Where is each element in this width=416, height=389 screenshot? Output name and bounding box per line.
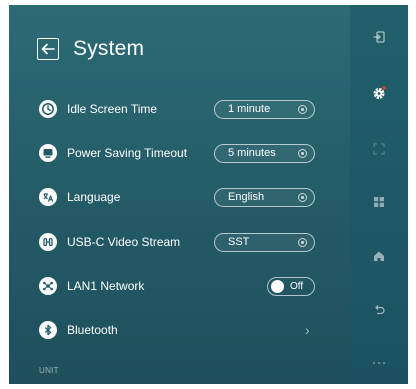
language-select[interactable]: English: [214, 187, 315, 207]
page-header: System: [37, 35, 144, 63]
usb-c-video-stream-value: SST: [228, 236, 250, 248]
power-saving-timeout-select[interactable]: 5 minutes: [214, 143, 315, 163]
usb-c-video-stream-label: USB-C Video Stream: [67, 235, 181, 249]
bluetooth-icon: [39, 321, 57, 339]
input-icon[interactable]: [350, 26, 408, 48]
page-title: System: [73, 37, 145, 60]
unit-label: UNIT: [39, 366, 59, 375]
setting-idle-screen-time: Idle Screen Time 1 minute: [9, 92, 350, 126]
more-icon[interactable]: [350, 352, 408, 374]
select-indicator-icon: [298, 148, 307, 158]
arrow-left-icon: [41, 43, 55, 55]
usb-c-icon: [39, 233, 57, 251]
setting-power-saving-timeout: Power Saving Timeout 5 minutes: [9, 136, 350, 170]
lan1-network-toggle[interactable]: Off: [267, 276, 315, 296]
settings-gear-icon[interactable]: [350, 82, 408, 104]
lan1-network-label: LAN1 Network: [67, 279, 145, 293]
lan1-network-toggle-state: Off: [290, 280, 304, 292]
setting-bluetooth[interactable]: Bluetooth ›: [9, 313, 350, 347]
monitor-icon: [39, 144, 57, 162]
usb-c-video-stream-select[interactable]: SST: [214, 232, 315, 252]
back-button[interactable]: [37, 38, 59, 60]
home-icon[interactable]: [350, 245, 408, 267]
apps-grid-icon[interactable]: [350, 191, 408, 213]
idle-screen-time-value: 1 minute: [228, 103, 271, 115]
power-saving-timeout-value: 5 minutes: [228, 147, 276, 159]
toggle-knob: [271, 279, 284, 293]
device-settings-screen: System Idle Screen Time 1 minute Power S…: [9, 5, 408, 384]
chevron-right-icon: ›: [305, 322, 310, 338]
language-icon: [39, 188, 57, 206]
clock-icon: [39, 100, 57, 118]
setting-language: Language English: [9, 180, 350, 214]
power-saving-timeout-label: Power Saving Timeout: [67, 146, 188, 160]
settings-panel: System Idle Screen Time 1 minute Power S…: [9, 5, 350, 384]
setting-usb-c-video-stream: USB-C Video Stream SST: [9, 225, 350, 259]
language-value: English: [228, 191, 265, 203]
language-label: Language: [67, 190, 121, 204]
navigation-rail: [350, 5, 408, 384]
scan-icon[interactable]: [350, 138, 408, 160]
idle-screen-time-select[interactable]: 1 minute: [214, 99, 315, 119]
select-indicator-icon: [298, 237, 307, 247]
setting-lan1-network: LAN1 Network Off: [9, 269, 350, 303]
bluetooth-label: Bluetooth: [67, 323, 118, 337]
idle-screen-time-label: Idle Screen Time: [67, 102, 158, 116]
select-indicator-icon: [298, 104, 307, 114]
select-indicator-icon: [298, 192, 307, 202]
network-icon: [39, 277, 57, 295]
back-arrow-icon[interactable]: [350, 299, 408, 321]
